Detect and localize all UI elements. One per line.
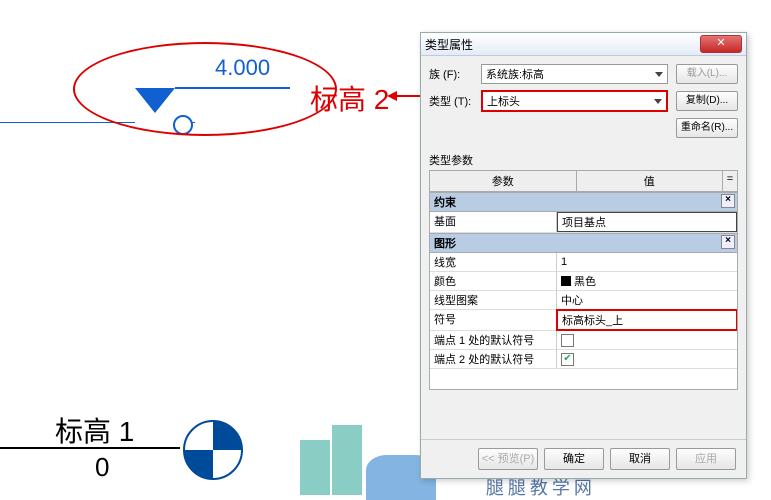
close-button[interactable]: ✕ [700,35,742,53]
symbol-value-cell[interactable]: 标高标头_上 [556,309,738,331]
family-label: 族 (F): [429,66,481,82]
watermark-logo-icon [300,425,436,500]
collapse-icon[interactable]: × [721,194,735,208]
type-label: 类型 (T): [429,93,481,109]
family-select-value: 系统族:标高 [486,66,544,82]
preview-button[interactable]: << 预览(P) [478,448,538,470]
color-swatch-icon [561,276,571,286]
grid-head-param: 参数 [430,171,577,191]
level1-elevation-value: 0 [95,452,109,483]
type-params-grid[interactable]: 参数 值 = 约束 × 基面 项目基点 图形 × 线宽 1 颜色 黑色 [429,170,738,390]
apply-button[interactable]: 应用 [676,448,736,470]
row-base[interactable]: 基面 项目基点 [430,212,737,233]
type-select-value: 上标头 [487,93,520,109]
load-button[interactable]: 载入(L)... [676,64,738,84]
level1-line [0,447,180,449]
checkbox-checked-icon[interactable]: ✔ [561,353,574,366]
level1-marker-circle [183,420,243,480]
color-value-cell[interactable]: 黑色 [557,272,737,290]
level1-label: 标高 1 [55,410,134,450]
row-default-end2[interactable]: 端点 2 处的默认符号 ✔ [430,350,737,369]
chevron-down-icon [654,99,662,104]
annotation-ellipse [73,42,337,136]
checkbox-unchecked-icon[interactable] [561,334,574,347]
row-lineweight[interactable]: 线宽 1 [430,253,737,272]
dialog-footer: << 预览(P) 确定 取消 应用 [421,439,746,470]
end2-checkbox-cell[interactable]: ✔ [557,350,737,368]
chevron-down-icon [655,72,663,77]
family-select[interactable]: 系统族:标高 [481,64,668,84]
row-default-end1[interactable]: 端点 1 处的默认符号 [430,331,737,350]
type-params-label: 类型参数 [429,152,746,168]
grid-header: 参数 值 = [430,171,737,192]
type-select[interactable]: 上标头 [481,90,668,112]
copy-button[interactable]: 复制(D)... [676,91,738,111]
dialog-title: 类型属性 [425,36,700,53]
row-color[interactable]: 颜色 黑色 [430,272,737,291]
category-graphics[interactable]: 图形 × [430,233,737,253]
dialog-titlebar[interactable]: 类型属性 ✕ [421,33,746,56]
grid-head-eq: = [723,171,737,191]
row-linepattern[interactable]: 线型图案 中心 [430,291,737,310]
category-constraint[interactable]: 约束 × [430,192,737,212]
type-properties-dialog: 类型属性 ✕ 族 (F): 系统族:标高 载入(L)... 类型 (T): 上标… [420,32,747,479]
annotation-label: 标高 2 [310,78,389,118]
ok-button[interactable]: 确定 [544,448,604,470]
collapse-icon[interactable]: × [721,235,735,249]
cancel-button[interactable]: 取消 [610,448,670,470]
end1-checkbox-cell[interactable] [557,331,737,349]
grid-head-value: 值 [577,171,724,191]
annotation-arrow-icon [395,95,420,97]
row-symbol[interactable]: 符号 标高标头_上 [430,310,737,331]
base-value-cell[interactable]: 项目基点 [557,212,737,232]
rename-button[interactable]: 重命名(R)... [676,118,738,138]
